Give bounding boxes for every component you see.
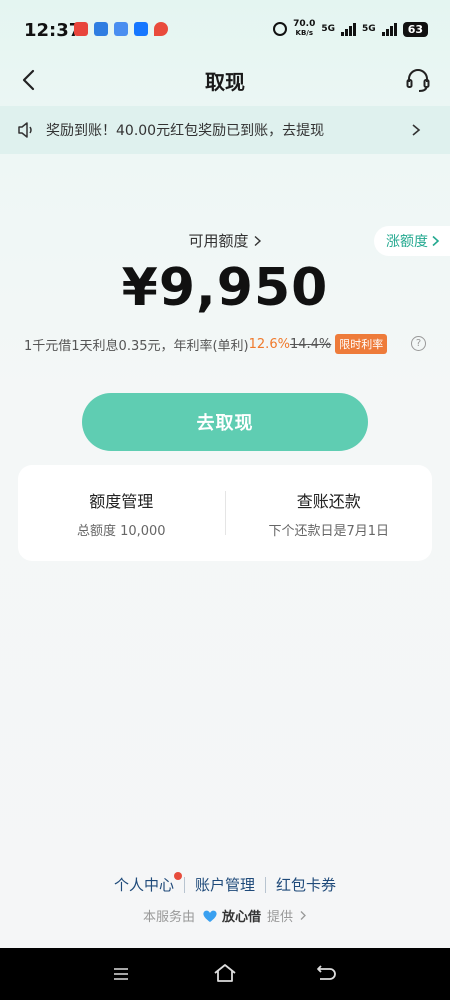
chevron-right-icon xyxy=(412,124,421,136)
account-card: 额度管理 总额度 10,000 查账还款 下个还款日是7月1日 xyxy=(18,465,432,561)
speaker-icon xyxy=(18,122,32,138)
available-credit-label[interactable]: 可用额度 xyxy=(0,230,450,251)
signal-icon xyxy=(381,22,397,36)
net-speed: 70.0 KB/s xyxy=(293,19,316,38)
help-icon[interactable]: ? xyxy=(411,336,426,351)
current-rate: 12.6% xyxy=(248,336,290,352)
back-icon[interactable] xyxy=(314,964,336,984)
reward-notice-banner[interactable]: 奖励到账！40.00元红包奖励已到账，去提现 xyxy=(0,106,450,154)
nav-bar: 取现 xyxy=(0,58,450,102)
interest-rate-info: 1千元借1天利息0.35元，年利率(单利) 12.6% 14.4% 限时利率 xyxy=(24,334,388,354)
network-type-label: 5G xyxy=(321,24,336,34)
recent-apps-icon[interactable] xyxy=(112,966,130,982)
personal-center-link[interactable]: 个人中心 xyxy=(104,872,184,895)
limited-time-rate-badge: 限时利率 xyxy=(335,334,388,354)
available-credit-amount: ¥9,950 xyxy=(121,258,329,318)
home-icon[interactable] xyxy=(212,962,238,984)
bill-repayment-item[interactable]: 查账还款 下个还款日是7月1日 xyxy=(226,488,433,539)
chevron-right-icon xyxy=(254,235,261,246)
map-pin-icon xyxy=(154,22,168,36)
notification-dot xyxy=(173,872,182,880)
signal-icon xyxy=(341,22,357,36)
credit-management-item[interactable]: 额度管理 总额度 10,000 xyxy=(18,488,225,539)
page-title: 取现 xyxy=(205,70,245,94)
battery-indicator: 63 xyxy=(402,21,428,37)
original-rate: 14.4% xyxy=(289,336,332,352)
notice-text: 奖励到账！40.00元红包奖励已到账，去提现 xyxy=(46,123,325,139)
system-navigation-bar xyxy=(0,948,450,1000)
app-notification-icon xyxy=(94,22,108,36)
alarm-icon xyxy=(273,22,288,36)
customer-service-headset-icon[interactable] xyxy=(404,66,432,94)
status-time: 12:37 xyxy=(24,20,82,41)
footer-links: 个人中心 账户管理 红包卡券 xyxy=(0,872,450,895)
alipay-icon xyxy=(134,22,148,36)
status-indicators: 70.0 KB/s 5G 5G 63 xyxy=(273,20,428,38)
app-notification-icon xyxy=(114,22,128,36)
coupons-link[interactable]: 红包卡券 xyxy=(266,874,346,895)
brand-logo-icon xyxy=(203,910,217,922)
app-notification-icon xyxy=(74,22,88,36)
withdraw-button[interactable]: 去取现 xyxy=(82,393,368,451)
brand: 放心借 xyxy=(201,906,261,925)
status-app-icons xyxy=(74,22,168,36)
chevron-right-icon xyxy=(300,911,306,920)
service-provider-line[interactable]: 本服务由 放心借 提供 xyxy=(0,906,450,925)
account-management-link[interactable]: 账户管理 xyxy=(185,874,265,895)
status-bar: 12:37 70.0 KB/s 5G 5G 63 xyxy=(0,0,450,60)
network-type-label: 5G xyxy=(362,24,376,34)
